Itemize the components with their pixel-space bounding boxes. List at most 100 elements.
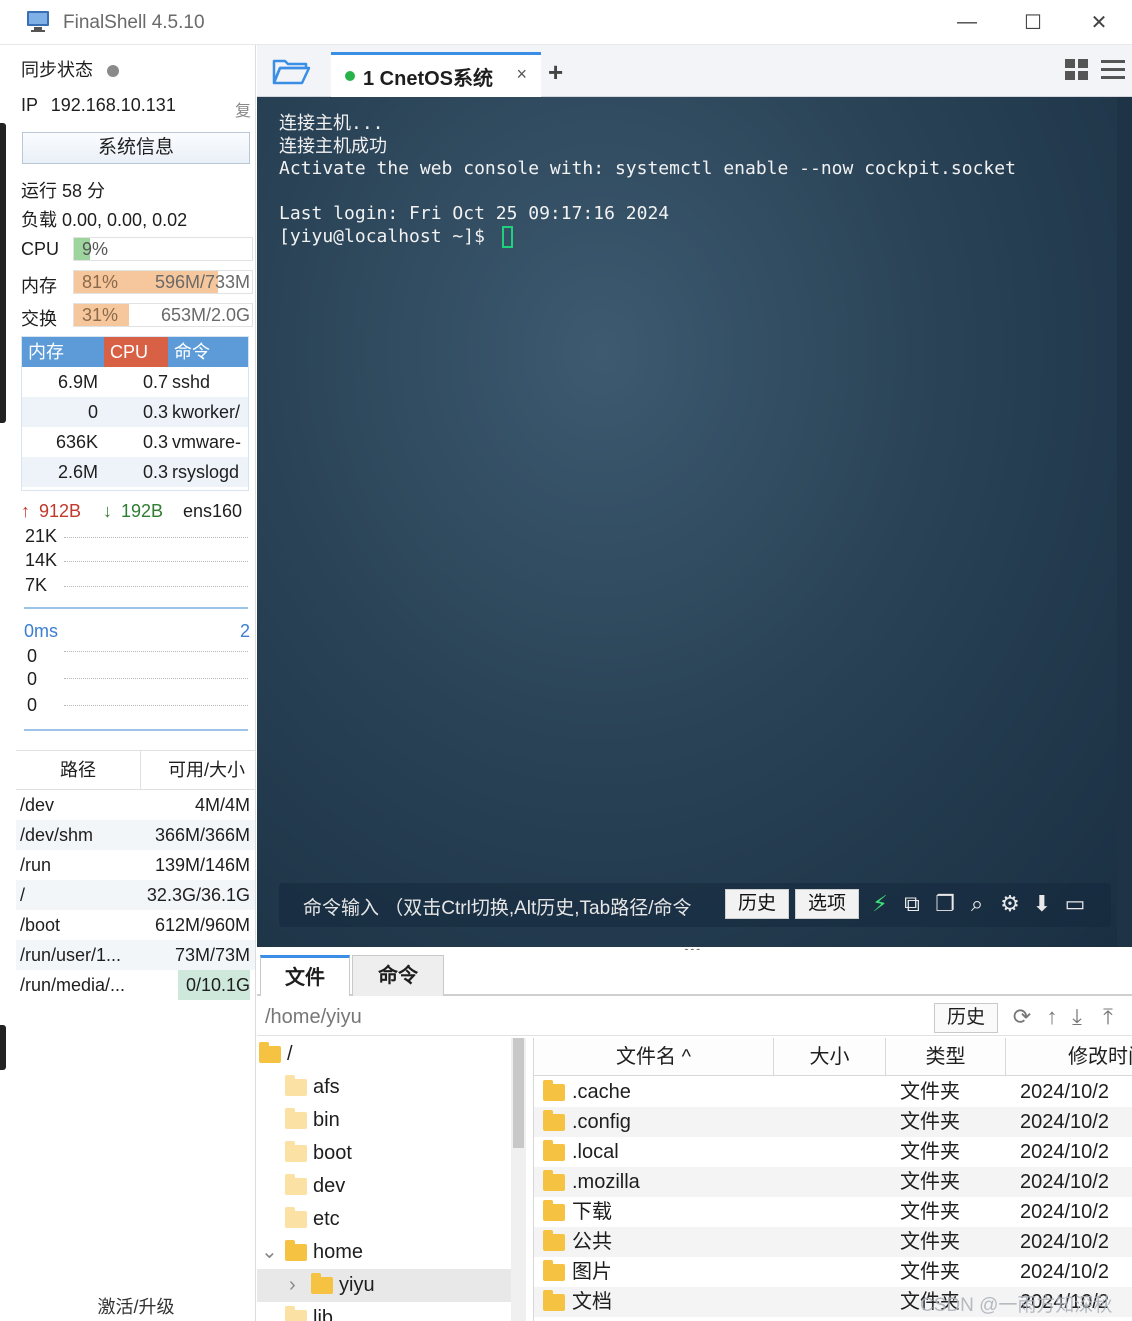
add-tab-button[interactable]: + bbox=[548, 57, 563, 88]
path-input[interactable]: /home/yiyu bbox=[265, 1006, 362, 1029]
folder-icon bbox=[285, 1207, 307, 1228]
command-input[interactable]: 命令输入 （双击Ctrl切换,Alt历史,Tab路径/命令 bbox=[303, 893, 691, 920]
disk-path: /boot bbox=[20, 915, 61, 935]
chevron-down-icon[interactable]: ⌄ bbox=[261, 1236, 278, 1269]
file-row[interactable]: 公共 文件夹 2024/10/2 bbox=[534, 1227, 1132, 1257]
lightning-icon[interactable]: ⚡ bbox=[867, 891, 893, 917]
window-icon[interactable]: ▭ bbox=[1062, 891, 1088, 917]
open-folder-icon[interactable] bbox=[271, 55, 311, 87]
mem-percent: 81% bbox=[82, 272, 119, 292]
process-row[interactable]: 6.9M 0.7 sshd bbox=[22, 367, 248, 397]
process-mem: 0 bbox=[87, 402, 98, 422]
terminal-line: 连接主机... bbox=[279, 113, 384, 134]
terminal-prompt: [yiyu@localhost ~]$ bbox=[279, 225, 496, 247]
column-header-cpu[interactable]: CPU bbox=[104, 337, 168, 367]
ping-tick: 0 bbox=[27, 646, 38, 666]
edge-accent bbox=[0, 1025, 6, 1070]
column-header-filename[interactable]: 文件名 ^ bbox=[534, 1038, 774, 1076]
file-row[interactable]: .local 文件夹 2024/10/2 bbox=[534, 1137, 1132, 1167]
tree-item[interactable]: boot bbox=[257, 1137, 511, 1170]
command-input-bar: 命令输入 （双击Ctrl切换,Alt历史,Tab路径/命令 历史 选项 ⚡ ⧉ … bbox=[279, 883, 1111, 927]
file-row[interactable]: .config 文件夹 2024/10/2 bbox=[534, 1107, 1132, 1137]
process-cpu: 0.3 bbox=[142, 402, 168, 422]
sysinfo-button[interactable]: 系统信息 bbox=[22, 132, 250, 164]
disk-row[interactable]: /boot 612M/960M bbox=[16, 910, 255, 940]
tree-item[interactable]: bin bbox=[257, 1104, 511, 1137]
gear-icon[interactable]: ⚙ bbox=[997, 891, 1023, 917]
tab-files[interactable]: 文件 bbox=[260, 955, 350, 996]
tree-scrollbar-thumb[interactable] bbox=[513, 1038, 524, 1148]
network-tick: 14K bbox=[25, 550, 58, 570]
tree-scrollbar[interactable] bbox=[511, 1038, 526, 1321]
file-row[interactable]: .cache 文件夹 2024/10/2 bbox=[534, 1077, 1132, 1107]
tree-item[interactable]: afs bbox=[257, 1071, 511, 1104]
terminal[interactable]: 连接主机... 连接主机成功 Activate the web console wi… bbox=[257, 97, 1117, 947]
disk-row[interactable]: /dev 4M/4M bbox=[16, 790, 255, 820]
history-button[interactable]: 历史 bbox=[725, 889, 789, 919]
copy-ip-button[interactable]: 复 bbox=[235, 97, 251, 121]
cpu-label: CPU bbox=[21, 239, 60, 259]
file-row[interactable]: .mozilla 文件夹 2024/10/2 bbox=[534, 1167, 1132, 1197]
column-header-path[interactable]: 路径 bbox=[16, 751, 141, 789]
paste-icon[interactable]: ❐ bbox=[932, 891, 958, 917]
chevron-right-icon[interactable]: › bbox=[289, 1269, 296, 1302]
file-list-header: 文件名 ^ 大小 类型 修改时间 bbox=[534, 1038, 1132, 1076]
close-tab-icon[interactable]: × bbox=[516, 64, 527, 85]
minimize-button[interactable]: — bbox=[934, 0, 1000, 45]
chart-gridline bbox=[64, 678, 248, 679]
disk-row[interactable]: /dev/shm 366M/366M bbox=[16, 820, 255, 850]
disk-row[interactable]: /run/media/... 0/10.1G bbox=[16, 970, 255, 1000]
download-icon[interactable]: ⤓ bbox=[1064, 1004, 1090, 1030]
column-header-mem[interactable]: 内存 bbox=[22, 337, 104, 367]
process-mem: 6.9M bbox=[57, 372, 98, 392]
disk-row[interactable]: /run 139M/146M bbox=[16, 850, 255, 880]
network-interface[interactable]: ens160 bbox=[183, 501, 242, 522]
chart-gridline bbox=[64, 705, 248, 706]
app-title: FinalShell 4.5.10 bbox=[63, 12, 205, 33]
close-window-button[interactable]: ✕ bbox=[1066, 0, 1132, 45]
tree-item-selected[interactable]: › yiyu bbox=[257, 1269, 511, 1302]
column-header-type[interactable]: 类型 bbox=[886, 1038, 1006, 1076]
maximize-button[interactable]: ☐ bbox=[1000, 0, 1066, 45]
tree-item[interactable]: dev bbox=[257, 1170, 511, 1203]
path-history-button[interactable]: 历史 bbox=[934, 1003, 998, 1033]
swap-amount: 653M/2.0G bbox=[160, 305, 250, 325]
process-row[interactable]: 0 0.3 kworker/ bbox=[22, 397, 248, 427]
download-arrow-icon[interactable]: ⬇ bbox=[1029, 891, 1055, 917]
search-icon[interactable]: ⌕ bbox=[964, 891, 990, 917]
column-header-available[interactable]: 可用/大小 bbox=[168, 751, 245, 789]
tree-item[interactable]: etc bbox=[257, 1203, 511, 1236]
column-header-size[interactable]: 大小 bbox=[774, 1038, 886, 1076]
file-row[interactable]: 下载 文件夹 2024/10/2 bbox=[534, 1197, 1132, 1227]
process-command: rsyslogd bbox=[172, 462, 240, 482]
disk-path: /run/user/1... bbox=[20, 945, 122, 965]
file-name: .cache bbox=[572, 1081, 631, 1103]
folder-icon bbox=[543, 1170, 565, 1191]
tab-commands[interactable]: 命令 bbox=[352, 955, 444, 996]
tree-item-label: home bbox=[313, 1241, 364, 1263]
session-tab[interactable]: 1 CnetOS系统 × bbox=[331, 52, 541, 97]
process-row[interactable]: 2.6M 0.3 rsyslogd bbox=[22, 457, 248, 487]
refresh-icon[interactable]: ⟳ bbox=[1009, 1004, 1035, 1030]
options-button[interactable]: 选项 bbox=[795, 889, 859, 919]
column-header-modified[interactable]: 修改时间 bbox=[1006, 1038, 1132, 1076]
disk-row[interactable]: / 32.3G/36.1G bbox=[16, 880, 255, 910]
upload-icon[interactable]: ⤒ bbox=[1095, 1004, 1121, 1030]
column-header-command[interactable]: 命令 bbox=[168, 337, 248, 367]
up-directory-icon[interactable]: ↑ bbox=[1039, 1004, 1065, 1030]
tree-item[interactable]: / bbox=[257, 1038, 511, 1071]
process-row[interactable]: 636K 0.3 vmware- bbox=[22, 427, 248, 457]
activate-upgrade-link[interactable]: 激活/升级 bbox=[16, 1293, 255, 1319]
ip-label: IP bbox=[21, 95, 38, 115]
copy-icon[interactable]: ⧉ bbox=[899, 891, 925, 917]
terminal-scrollbar[interactable] bbox=[1117, 97, 1132, 947]
file-name: 文档 bbox=[572, 1291, 612, 1313]
grid-view-icon[interactable] bbox=[1065, 59, 1089, 81]
tree-item[interactable]: lib bbox=[257, 1302, 511, 1321]
file-row[interactable]: 图片 文件夹 2024/10/2 bbox=[534, 1257, 1132, 1287]
disk-usage: 73M/73M bbox=[174, 945, 250, 965]
cpu-percent: 9% bbox=[82, 239, 109, 259]
menu-icon[interactable] bbox=[1101, 59, 1125, 81]
disk-row[interactable]: /run/user/1... 73M/73M bbox=[16, 940, 255, 970]
tree-item[interactable]: ⌄ home bbox=[257, 1236, 511, 1269]
